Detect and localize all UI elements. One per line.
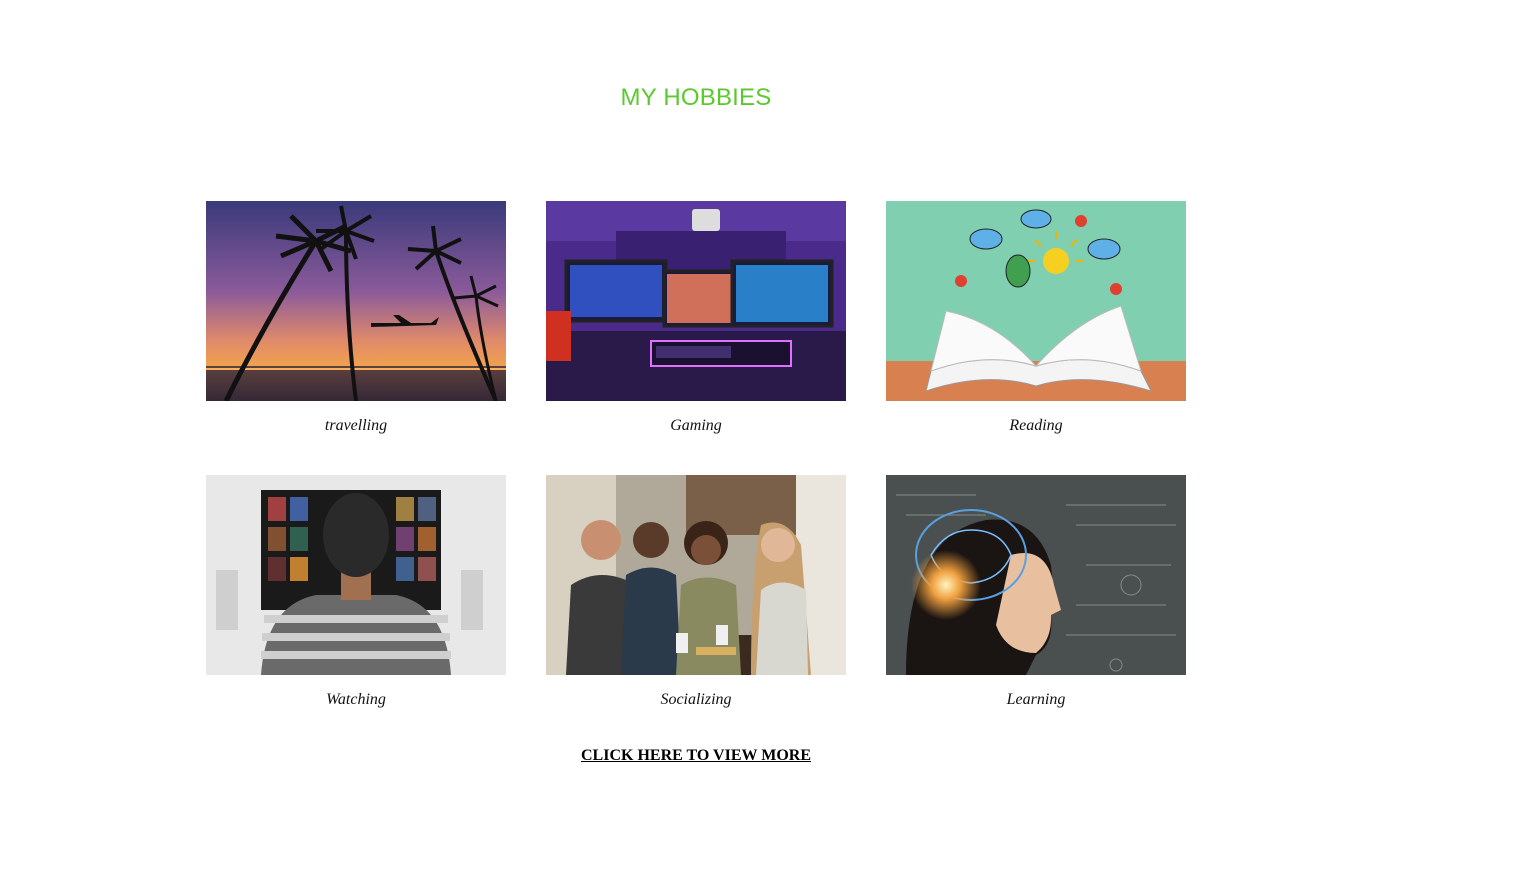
socializing-image bbox=[546, 475, 846, 675]
learning-image bbox=[886, 475, 1186, 675]
hobby-card-travelling: travelling bbox=[206, 201, 506, 435]
hobby-card-learning: Learning bbox=[886, 475, 1186, 709]
page: MY HOBBIES travelling Gaming Reading Wat… bbox=[0, 0, 1524, 878]
watching-image bbox=[206, 475, 506, 675]
hobby-caption: Watching bbox=[326, 691, 386, 708]
hobby-card-gaming: Gaming bbox=[546, 201, 846, 435]
hobby-card-watching: Watching bbox=[206, 475, 506, 709]
hobby-card-reading: Reading bbox=[886, 201, 1186, 435]
hobby-caption: Socializing bbox=[660, 691, 732, 708]
reading-image bbox=[886, 201, 1186, 401]
hobby-caption: Learning bbox=[1006, 691, 1066, 708]
hobby-card-socializing: Socializing bbox=[546, 475, 846, 709]
view-more-link[interactable]: CLICK HERE TO VIEW MORE bbox=[581, 747, 811, 764]
travelling-image bbox=[206, 201, 506, 401]
hobbies-grid: travelling Gaming Reading Watching Socia… bbox=[206, 201, 1186, 709]
gaming-image bbox=[546, 201, 846, 401]
hobby-caption: travelling bbox=[324, 417, 388, 434]
view-more-container: CLICK HERE TO VIEW MORE bbox=[0, 747, 1392, 765]
page-title: MY HOBBIES bbox=[620, 84, 772, 111]
hobby-caption: Gaming bbox=[670, 417, 722, 434]
hobby-caption: Reading bbox=[1009, 417, 1063, 434]
